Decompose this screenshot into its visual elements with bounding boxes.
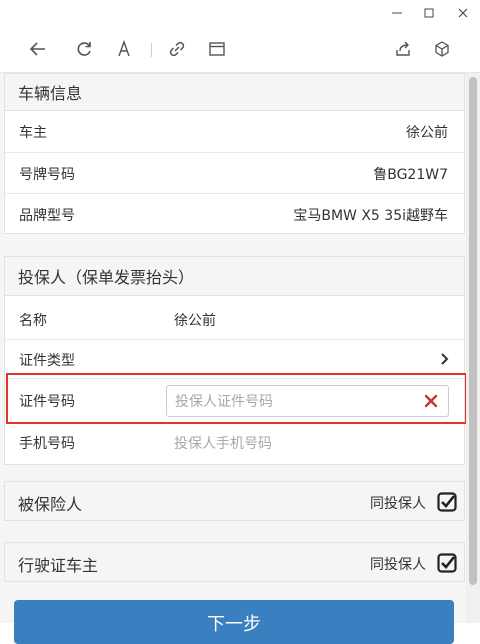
row-divider	[5, 378, 464, 379]
share-icon	[396, 41, 410, 56]
page-content: 车辆信息 车主 徐公前 号牌号码 鲁BG21W7 品牌型号 宝马BMW X5 3…	[0, 73, 466, 623]
cube-icon	[435, 41, 449, 57]
name-row: 名称 徐公前	[5, 299, 464, 339]
link-icon	[169, 41, 185, 57]
arrow-left-icon	[29, 42, 45, 56]
plate-row: 号牌号码 鲁BG21W7	[5, 153, 464, 193]
phone-label: 手机号码	[19, 436, 75, 452]
browser-toolbar	[0, 26, 480, 73]
chevron-right-icon	[441, 353, 449, 365]
refresh-icon	[77, 42, 91, 56]
clear-input-icon[interactable]	[422, 392, 440, 410]
refresh-button[interactable]	[71, 36, 97, 62]
cube-button[interactable]	[429, 36, 455, 62]
vehicle-card: 车主 徐公前 号牌号码 鲁BG21W7 品牌型号 宝马BMW X5 35i越野车	[4, 110, 465, 234]
license-owner-checkbox[interactable]	[437, 553, 457, 573]
share-button[interactable]	[390, 36, 416, 62]
id-type-row[interactable]: 证件类型	[5, 339, 464, 379]
close-icon	[458, 8, 468, 18]
close-button[interactable]	[446, 0, 480, 26]
insured-checkbox[interactable]	[437, 492, 457, 512]
id-number-input[interactable]	[175, 392, 415, 412]
applicant-section-header: 投保人（保单发票抬头）	[4, 256, 465, 296]
brand-label: 品牌型号	[19, 208, 75, 224]
phone-row: 手机号码 投保人手机号码	[5, 422, 464, 462]
next-button[interactable]: 下一步	[14, 600, 454, 644]
insured-label: 被保险人	[18, 495, 83, 514]
license-owner-same-label: 同投保人	[370, 557, 426, 573]
font-a-icon	[118, 39, 130, 57]
id-number-row: 证件号码	[5, 380, 464, 422]
applicant-section-title: 投保人（保单发票抬头）	[18, 268, 195, 287]
browser-window-icon	[209, 42, 225, 56]
plate-label: 号牌号码	[19, 167, 75, 183]
maximize-button[interactable]	[412, 0, 446, 26]
phone-input[interactable]: 投保人手机号码	[174, 433, 272, 453]
vehicle-section-title: 车辆信息	[18, 84, 83, 103]
link-button[interactable]	[164, 36, 190, 62]
id-number-field	[166, 385, 449, 417]
scrollbar[interactable]	[466, 73, 480, 623]
owner-value: 徐公前	[406, 125, 448, 141]
window-button[interactable]	[204, 36, 230, 62]
id-type-label: 证件类型	[19, 353, 75, 369]
name-value: 徐公前	[174, 313, 216, 329]
brand-value: 宝马BMW X5 35i越野车	[293, 208, 448, 224]
applicant-card: 名称 徐公前 证件类型 证件号码 手机号码 投保人手机号码	[4, 295, 465, 465]
window-titlebar	[0, 0, 480, 26]
minimize-icon	[392, 12, 402, 14]
plate-value: 鲁BG21W7	[373, 167, 448, 183]
insured-same-label: 同投保人	[370, 496, 426, 512]
name-label: 名称	[19, 313, 47, 329]
minimize-button[interactable]	[380, 0, 414, 26]
vehicle-section-header: 车辆信息	[4, 73, 465, 111]
brand-row: 品牌型号 宝马BMW X5 35i越野车	[5, 194, 464, 234]
scrollbar-thumb[interactable]	[469, 77, 477, 585]
license-owner-label: 行驶证车主	[18, 556, 99, 575]
license-owner-row: 行驶证车主 同投保人	[4, 542, 465, 582]
font-size-button[interactable]	[111, 36, 137, 62]
maximize-icon	[424, 8, 434, 18]
back-button[interactable]	[25, 36, 51, 62]
toolbar-divider	[151, 43, 152, 57]
owner-label: 车主	[19, 125, 47, 141]
id-number-label: 证件号码	[19, 394, 75, 410]
owner-row: 车主 徐公前	[5, 111, 464, 151]
insured-row: 被保险人 同投保人	[4, 481, 465, 521]
